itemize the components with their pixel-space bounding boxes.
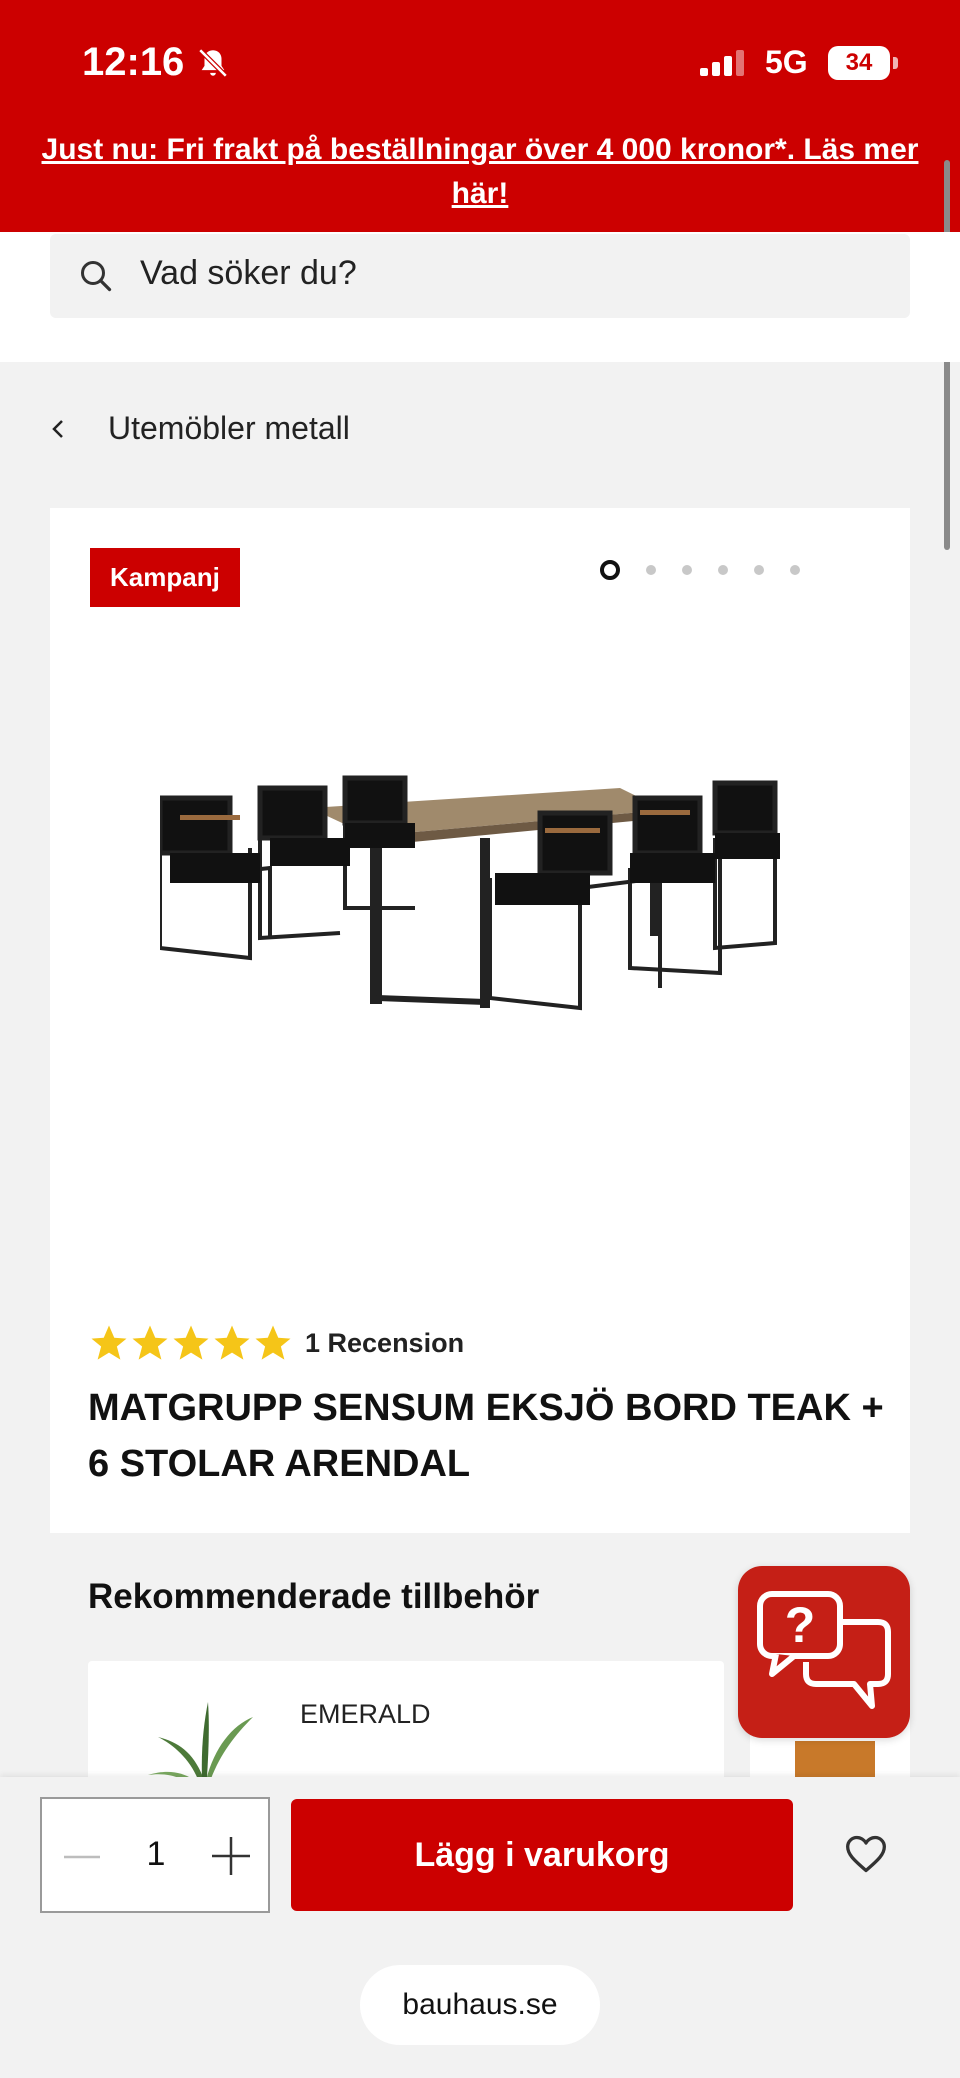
svg-text:?: ? xyxy=(785,1597,816,1653)
minus-icon[interactable] xyxy=(62,1839,102,1875)
chat-support-button[interactable]: ? xyxy=(738,1566,910,1738)
product-rating[interactable]: 1 Recension xyxy=(88,1322,464,1364)
image-carousel-dots[interactable] xyxy=(600,560,826,580)
star-icon xyxy=(214,1325,250,1360)
status-time: 12:16 xyxy=(82,40,185,84)
signal-icon xyxy=(700,50,744,76)
breadcrumb[interactable]: Utemöbler metall xyxy=(108,410,350,447)
heart-icon[interactable] xyxy=(844,1833,888,1875)
search-placeholder: Vad söker du? xyxy=(140,254,357,292)
browser-url[interactable]: bauhaus.se xyxy=(360,1965,600,2045)
quantity-value[interactable]: 1 xyxy=(136,1835,176,1874)
star-icon xyxy=(91,1325,127,1360)
promo-banner-link[interactable]: Just nu: Fri frakt på beställningar över… xyxy=(40,128,920,216)
product-card: Kampanj 1 Recension MATGRUPP SENSUM EKSJ… xyxy=(50,508,910,1533)
campaign-badge: Kampanj xyxy=(90,548,240,607)
carousel-dot[interactable] xyxy=(718,565,728,575)
network-type: 5G xyxy=(765,44,808,80)
search-section: Vad söker du? xyxy=(0,232,960,362)
bottom-action-bar: 1 Lägg i varukorg bauhaus.se xyxy=(0,1777,960,2078)
review-count[interactable]: 1 Recension xyxy=(305,1328,464,1359)
bell-muted-icon xyxy=(198,48,228,78)
product-image[interactable] xyxy=(160,758,800,1028)
carousel-dot[interactable] xyxy=(600,560,620,580)
search-input[interactable]: Vad söker du? xyxy=(50,234,910,318)
product-title: MATGRUPP SENSUM EKSJÖ BORD TEAK + 6 STOL… xyxy=(88,1387,884,1485)
star-icon xyxy=(255,1325,291,1360)
carousel-dot[interactable] xyxy=(790,565,800,575)
star-icon xyxy=(132,1325,168,1360)
star-icon xyxy=(173,1325,209,1360)
recommended-item-brand: EMERALD xyxy=(300,1699,431,1729)
quantity-stepper[interactable]: 1 xyxy=(40,1797,270,1913)
carousel-dot[interactable] xyxy=(646,565,656,575)
chevron-left-icon[interactable] xyxy=(48,414,70,444)
chat-help-icon: ? xyxy=(757,1591,891,1709)
recommended-title: Rekommenderade tillbehör xyxy=(88,1577,540,1616)
carousel-dot[interactable] xyxy=(754,565,764,575)
search-icon xyxy=(81,261,112,292)
add-to-cart-button[interactable]: Lägg i varukorg xyxy=(291,1799,793,1911)
battery-indicator: 34 xyxy=(828,46,898,80)
carousel-dot[interactable] xyxy=(682,565,692,575)
plus-icon[interactable] xyxy=(210,1835,252,1877)
